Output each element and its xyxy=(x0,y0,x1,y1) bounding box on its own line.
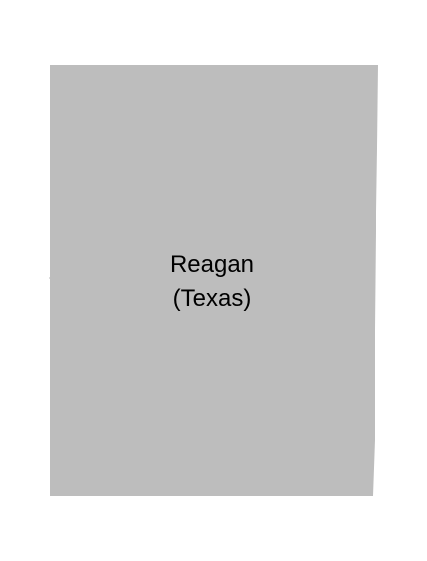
county-name: Reagan xyxy=(169,251,255,278)
state-name: (Texas) xyxy=(172,285,252,312)
county-label: Reagan (Texas) xyxy=(112,248,312,316)
